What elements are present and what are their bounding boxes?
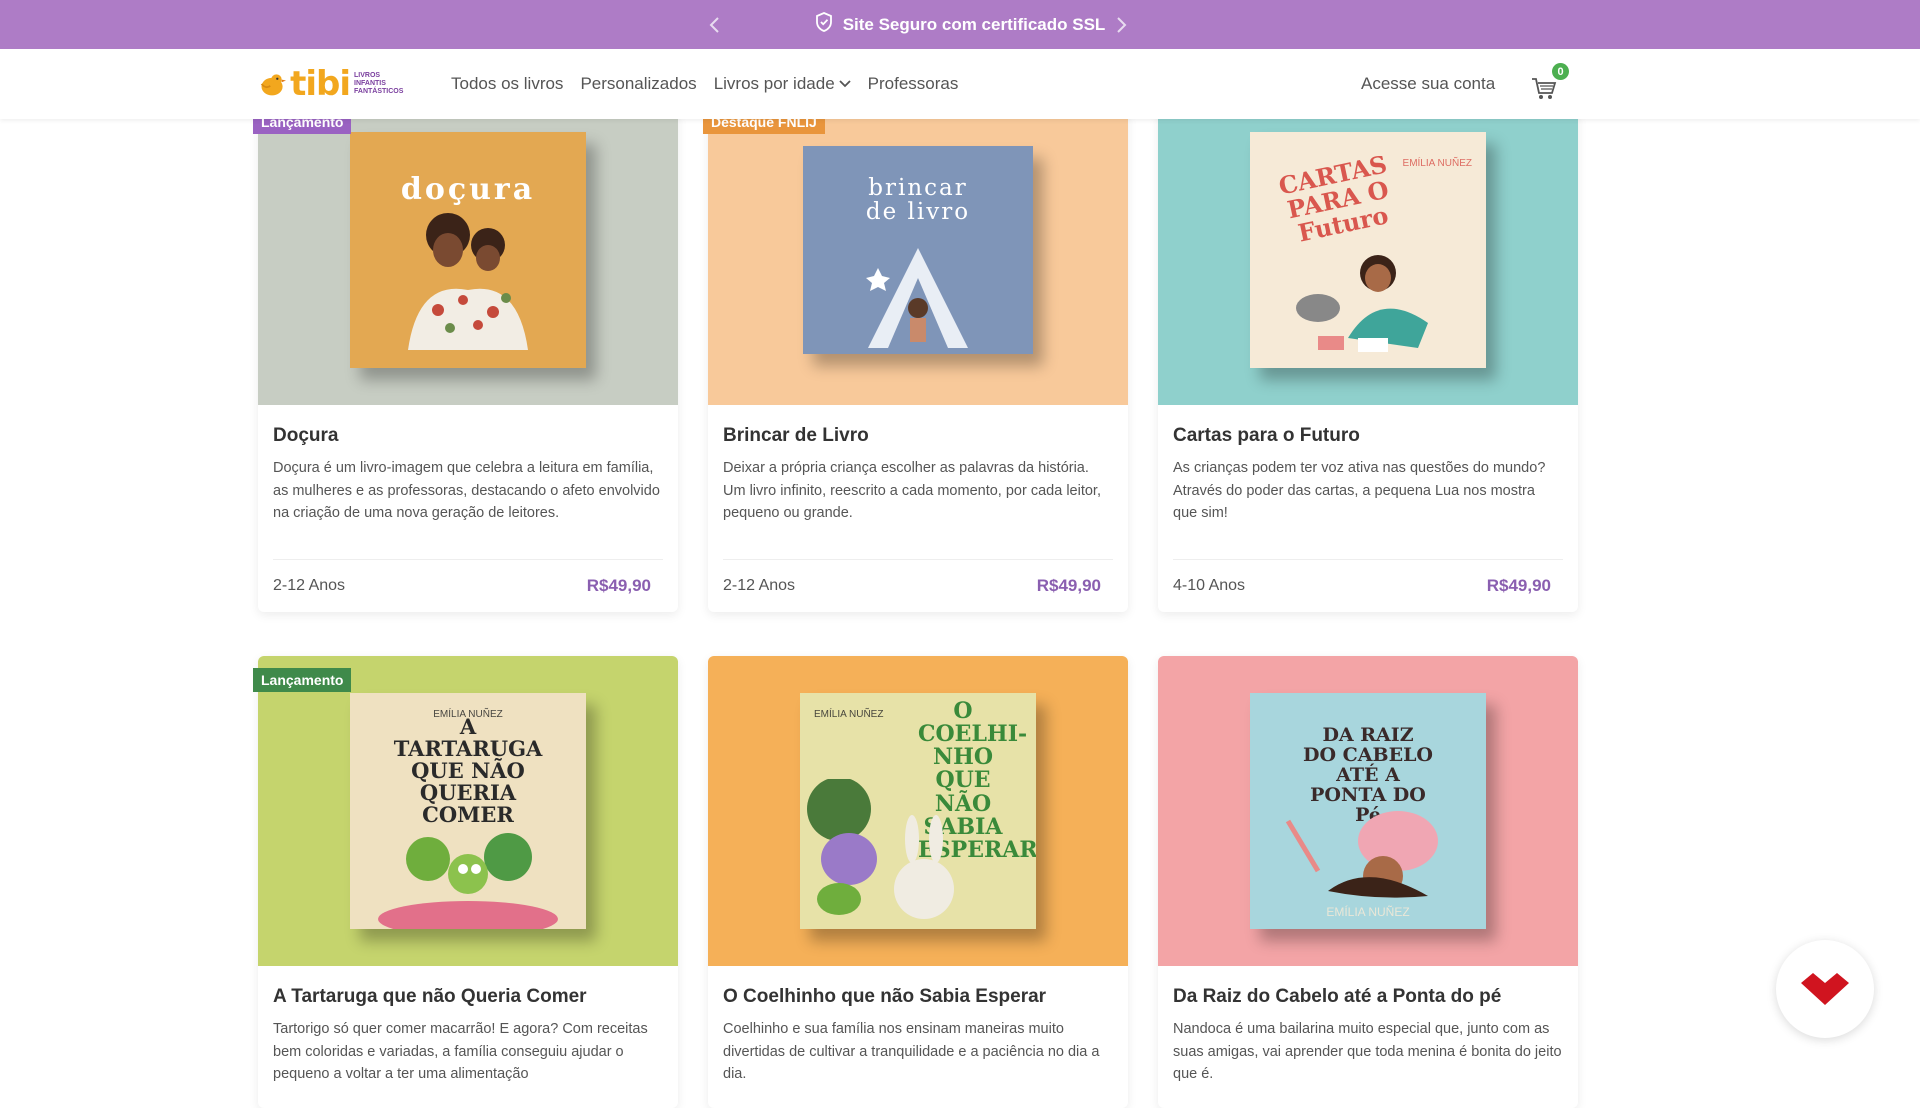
product-grid: doçura Lançamento Doçura Doçura é um liv… xyxy=(0,0,1920,1108)
product-card[interactable]: doçura Lançamento Doçura Doçura é um liv… xyxy=(253,95,678,612)
illustration-icon xyxy=(866,248,968,348)
book-cover-image: EMÍLIA NUÑEZ O COELHI-NHO QUE NÃO SABIA … xyxy=(800,693,1036,929)
announcement-bar: Site Seguro com certificado SSL xyxy=(0,0,1920,49)
product-description: As crianças podem ter voz ativa nas ques… xyxy=(1173,460,1546,521)
product-cover[interactable]: EMÍLIA NUÑEZ O COELHI-NHO QUE NÃO SABIA … xyxy=(708,656,1128,966)
product-description: Coelhinho e sua família nos ensinam mane… xyxy=(723,1021,1100,1082)
product-price: R$49,90 xyxy=(1036,576,1101,595)
illustration-icon xyxy=(807,779,955,919)
age-range: 4-10 Anos xyxy=(1173,577,1246,594)
product-description: Deixar a própria criança escolher as pal… xyxy=(723,460,1101,521)
product-title[interactable]: O Coelhinho que não Sabia Esperar xyxy=(723,986,1113,1008)
shield-icon xyxy=(815,12,833,37)
logo-tagline: LIVROS INFANTIS FANTÁSTICOS xyxy=(354,72,404,95)
product-card[interactable]: DA RAIZ DO CABELO ATÉ A PONTA DO Pé EMÍL… xyxy=(1158,656,1578,1108)
product-title[interactable]: Cartas para o Futuro xyxy=(1173,425,1563,447)
cart-button[interactable]: 0 xyxy=(1531,63,1571,105)
illustration-icon xyxy=(378,833,558,929)
product-footer: 4-10 Anos R$49,90 xyxy=(1173,559,1563,612)
product-title[interactable]: Da Raiz do Cabelo até a Ponta do pé xyxy=(1173,986,1563,1008)
nav-books-by-age-label: Livros por idade xyxy=(713,74,835,93)
cart-count-badge: 0 xyxy=(1552,63,1569,80)
book-cover-image: doçura xyxy=(350,132,586,368)
product-card[interactable]: EMÍLIA NUÑEZ CARTAS PARA O Futuro Cartas… xyxy=(1158,95,1578,612)
nav-all-books[interactable]: Todos os livros xyxy=(451,74,563,94)
chevron-down-icon xyxy=(839,80,851,88)
product-cover[interactable]: EMÍLIA NUÑEZ A TARTARUGA QUE NÃO QUERIA … xyxy=(258,656,678,966)
product-price: R$49,90 xyxy=(1486,576,1551,595)
product-footer: 2-12 Anos R$49,90 xyxy=(723,559,1113,612)
product-description: Doçura é um livro-imagem que celebra a l… xyxy=(273,460,660,521)
product-cover[interactable]: brincar de livro xyxy=(708,95,1128,405)
nav-teachers[interactable]: Professoras xyxy=(868,74,959,94)
product-description: Tartorigo só quer comer macarrão! E agor… xyxy=(273,1021,648,1082)
ssl-message: Site Seguro com certificado SSL xyxy=(842,14,1106,34)
product-title[interactable]: Brincar de Livro xyxy=(723,425,1113,447)
floating-chat-widget[interactable] xyxy=(1776,940,1874,1038)
product-card[interactable]: EMÍLIA NUÑEZ A TARTARUGA QUE NÃO QUERIA … xyxy=(253,656,678,1108)
product-cover[interactable]: DA RAIZ DO CABELO ATÉ A PONTA DO Pé EMÍL… xyxy=(1158,656,1578,966)
bird-logo-icon xyxy=(260,74,287,96)
chevron-right-icon[interactable] xyxy=(1107,0,1137,49)
ssl-notice: Site Seguro com certificado SSL xyxy=(815,12,1106,37)
illustration-icon xyxy=(1296,255,1428,352)
badge-launch: Lançamento xyxy=(253,668,352,692)
nav-personalized[interactable]: Personalizados xyxy=(580,74,696,94)
chevron-left-icon[interactable] xyxy=(699,0,729,49)
product-title[interactable]: Doçura xyxy=(273,425,663,447)
product-description: Nandoca é uma bailarina muito especial q… xyxy=(1173,1021,1562,1082)
product-price: R$49,90 xyxy=(586,576,651,595)
product-title[interactable]: A Tartaruga que não Queria Comer xyxy=(273,986,663,1008)
main-nav: Todos os livros Personalizados Livros po… xyxy=(451,49,958,119)
book-cover-image: DA RAIZ DO CABELO ATÉ A PONTA DO Pé EMÍL… xyxy=(1250,693,1486,929)
age-range: 2-12 Anos xyxy=(723,577,796,594)
heart-logo-icon xyxy=(1801,973,1849,1005)
illustration-icon xyxy=(1285,811,1438,898)
product-card[interactable]: brincar de livro Destaque FNLIJ Brincar … xyxy=(703,95,1128,612)
illustration-icon xyxy=(408,213,528,350)
tibi-logo[interactable]: tibi LIVROS INFANTIS FANTÁSTICOS xyxy=(258,61,404,107)
product-cover[interactable]: doçura xyxy=(258,95,678,405)
product-cover[interactable]: EMÍLIA NUÑEZ CARTAS PARA O Futuro xyxy=(1158,95,1578,405)
account-link[interactable]: Acesse sua conta xyxy=(1361,49,1495,119)
product-footer: 2-12 Anos R$49,90 xyxy=(273,559,663,612)
site-header: tibi LIVROS INFANTIS FANTÁSTICOS Todos o… xyxy=(0,49,1920,119)
product-card[interactable]: EMÍLIA NUÑEZ O COELHI-NHO QUE NÃO SABIA … xyxy=(708,656,1128,1108)
book-cover-image: brincar de livro xyxy=(803,146,1033,354)
age-range: 2-12 Anos xyxy=(273,577,346,594)
nav-books-by-age[interactable]: Livros por idade xyxy=(714,74,851,94)
book-cover-image: EMÍLIA NUÑEZ A TARTARUGA QUE NÃO QUERIA … xyxy=(350,693,586,929)
book-cover-image: EMÍLIA NUÑEZ CARTAS PARA O Futuro xyxy=(1250,132,1486,368)
cart-icon xyxy=(1532,78,1557,99)
logo-wordmark: tibi xyxy=(290,64,351,104)
